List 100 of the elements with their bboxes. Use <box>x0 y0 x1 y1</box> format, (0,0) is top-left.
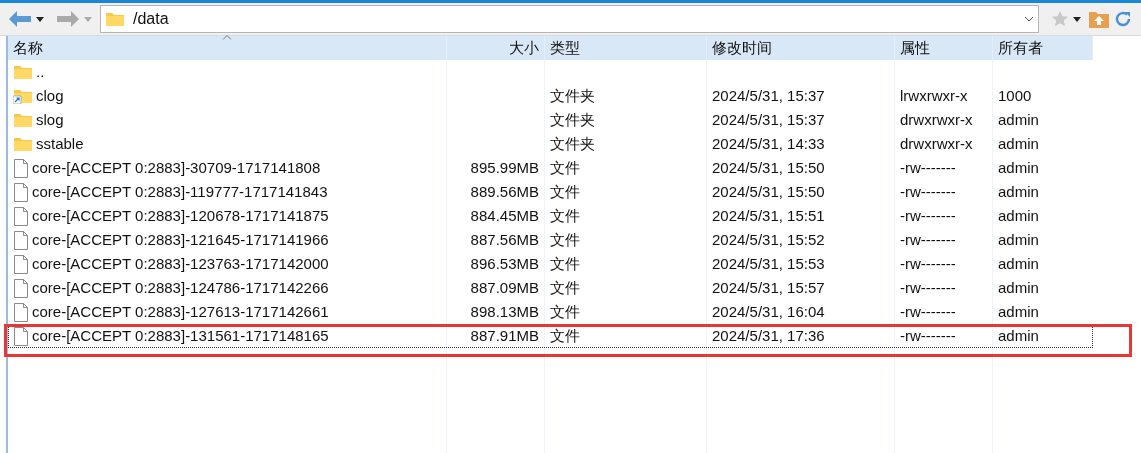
file-row[interactable]: core-[ACCEPT 0:2883]-121645-1717141966 887.56MB 文件 2024/5/31, 15:52 -rw------- admin <box>8 228 1093 252</box>
table-cell-text: admin <box>998 133 1039 154</box>
table-cell-text: 文件 <box>550 181 580 202</box>
dropdown-caret-icon[interactable] <box>1073 16 1082 22</box>
column-header[interactable]: 名称 <box>8 36 447 60</box>
file-name: core-[ACCEPT 0:2883]-30709-1717141808 <box>32 157 321 178</box>
table-cell-text: 2024/5/31, 15:53 <box>712 253 825 274</box>
table-cell-text: drwxrwxr-x <box>900 109 973 130</box>
table-cell-text: admin <box>998 277 1039 298</box>
column-header[interactable]: 修改时间 <box>707 36 895 60</box>
file-row[interactable]: sstable 文件夹 2024/5/31, 14:33 drwxrwxr-x admin <box>8 132 1093 156</box>
file-icon <box>13 326 29 346</box>
table-cell-text: -rw------- <box>900 301 956 322</box>
forward-arrow-icon[interactable] <box>56 10 80 28</box>
table-cell-text: admin <box>998 109 1039 130</box>
file-row[interactable]: core-[ACCEPT 0:2883]-124786-1717142266 887.09MB 文件 2024/5/31, 15:57 -rw------- admin <box>8 276 1093 300</box>
table-cell-text: 2024/5/31, 14:33 <box>712 133 825 154</box>
file-row[interactable]: core-[ACCEPT 0:2883]-123763-1717142000 896.53MB 文件 2024/5/31, 15:53 -rw------- admin <box>8 252 1093 276</box>
table-cell-text: 2024/5/31, 15:52 <box>712 229 825 250</box>
file-row[interactable]: core-[ACCEPT 0:2883]-119777-1717141843 889.56MB 文件 2024/5/31, 15:50 -rw------- admin <box>8 180 1093 204</box>
table-cell-text: 896.53MB <box>470 253 539 274</box>
table-cell-text: admin <box>998 325 1039 346</box>
table-cell-text: 2024/5/31, 17:36 <box>712 325 825 346</box>
file-name: core-[ACCEPT 0:2883]-120678-1717141875 <box>32 205 329 226</box>
table-cell-text: -rw------- <box>900 157 956 178</box>
table-cell-text: 文件 <box>550 229 580 250</box>
table-cell-text: 文件夹 <box>550 85 595 106</box>
file-icon <box>13 230 29 250</box>
table-cell-text: admin <box>998 157 1039 178</box>
file-row[interactable]: .. <box>8 60 1093 84</box>
table-cell-text: 文件夹 <box>550 109 595 130</box>
table-cell-text: 895.99MB <box>470 157 539 178</box>
column-header[interactable]: 类型 <box>545 36 707 60</box>
file-name: core-[ACCEPT 0:2883]-119777-1717141843 <box>32 181 328 202</box>
home-folder-icon[interactable] <box>1089 10 1110 28</box>
table-cell-text: admin <box>998 181 1039 202</box>
folder-shortcut-icon <box>13 88 33 104</box>
table-cell-text: 文件 <box>550 301 580 322</box>
table-cell-text: 文件 <box>550 277 580 298</box>
path-field[interactable]: /data <box>99 5 1040 33</box>
file-icon <box>13 206 29 226</box>
file-name: sstable <box>36 133 84 154</box>
file-icon <box>13 158 29 178</box>
table-cell-text: 文件 <box>550 253 580 274</box>
dropdown-chevron-icon[interactable] <box>1024 16 1035 22</box>
column-header[interactable]: 所有者 <box>993 36 1093 60</box>
table-cell-text: 1000 <box>998 85 1032 106</box>
table-cell-text: 887.56MB <box>470 229 539 250</box>
file-name: core-[ACCEPT 0:2883]-121645-1717141966 <box>32 229 329 250</box>
table-cell-text: 文件 <box>550 325 580 346</box>
table-cell-text: 文件 <box>550 205 580 226</box>
table-cell-text: admin <box>998 229 1039 250</box>
file-row[interactable]: core-[ACCEPT 0:2883]-120678-1717141875 884.45MB 文件 2024/5/31, 15:51 -rw------- admin <box>8 204 1093 228</box>
table-cell-text: 898.13MB <box>470 301 539 322</box>
table-cell-text: 文件夹 <box>550 133 595 154</box>
column-header[interactable]: 属性 <box>895 36 993 60</box>
table-cell-text: -rw------- <box>900 181 956 202</box>
table-cell-text: lrwxrwxr-x <box>900 85 968 106</box>
table-cell-text: admin <box>998 205 1039 226</box>
file-icon <box>13 278 29 298</box>
table-cell-text: 2024/5/31, 15:50 <box>712 181 825 202</box>
table-cell-text: -rw------- <box>900 253 956 274</box>
file-row[interactable]: core-[ACCEPT 0:2883]-30709-1717141808 895.99MB 文件 2024/5/31, 15:50 -rw------- admin <box>8 156 1093 180</box>
table-cell-text: -rw------- <box>900 277 956 298</box>
star-icon[interactable] <box>1051 10 1070 28</box>
file-name: clog <box>36 85 64 106</box>
folder-icon <box>13 64 33 80</box>
file-name: core-[ACCEPT 0:2883]-127613-1717142661 <box>32 301 329 322</box>
table-cell-text: 2024/5/31, 15:57 <box>712 277 825 298</box>
file-row[interactable]: slog 文件夹 2024/5/31, 15:37 drwxrwxr-x admin <box>8 108 1093 132</box>
dropdown-caret-icon[interactable] <box>36 16 44 22</box>
table-cell-text: 文件 <box>550 157 580 178</box>
table-cell-text: -rw------- <box>900 229 956 250</box>
table-cell-text: 2024/5/31, 16:04 <box>712 301 825 322</box>
table-cell-text: 887.91MB <box>470 325 539 346</box>
table-cell-text: 2024/5/31, 15:37 <box>712 109 825 130</box>
file-name: core-[ACCEPT 0:2883]-124786-1717142266 <box>32 277 329 298</box>
table-cell-text: 2024/5/31, 15:50 <box>712 157 825 178</box>
file-icon <box>13 254 29 274</box>
table-cell-text: -rw------- <box>900 205 956 226</box>
file-name: core-[ACCEPT 0:2883]-123763-1717142000 <box>32 253 329 274</box>
file-row[interactable]: core-[ACCEPT 0:2883]-131561-1717148165 887.91MB 文件 2024/5/31, 17:36 -rw------- admin <box>8 324 1093 348</box>
folder-icon <box>13 136 33 152</box>
table-cell-text: 884.45MB <box>470 205 539 226</box>
folder-icon <box>104 11 125 27</box>
table-cell-text: 889.56MB <box>470 181 539 202</box>
table-cell-text: admin <box>998 301 1039 322</box>
table-cell-text: -rw------- <box>900 325 956 346</box>
file-name: slog <box>36 109 64 130</box>
file-row[interactable]: core-[ACCEPT 0:2883]-127613-1717142661 898.13MB 文件 2024/5/31, 16:04 -rw------- admin <box>8 300 1093 324</box>
file-row[interactable]: clog 文件夹 2024/5/31, 15:37 lrwxrwxr-x 1000 <box>8 84 1093 108</box>
file-icon <box>13 302 29 322</box>
file-name: core-[ACCEPT 0:2883]-131561-1717148165 <box>32 325 329 346</box>
table-cell-text: drwxrwxr-x <box>900 133 973 154</box>
table-cell-text: 2024/5/31, 15:51 <box>712 205 825 226</box>
table-cell-text: 887.09MB <box>470 277 539 298</box>
column-header[interactable]: 大小 <box>447 36 545 60</box>
file-icon <box>13 182 29 202</box>
folder-icon <box>13 112 33 128</box>
file-name: .. <box>36 61 45 82</box>
